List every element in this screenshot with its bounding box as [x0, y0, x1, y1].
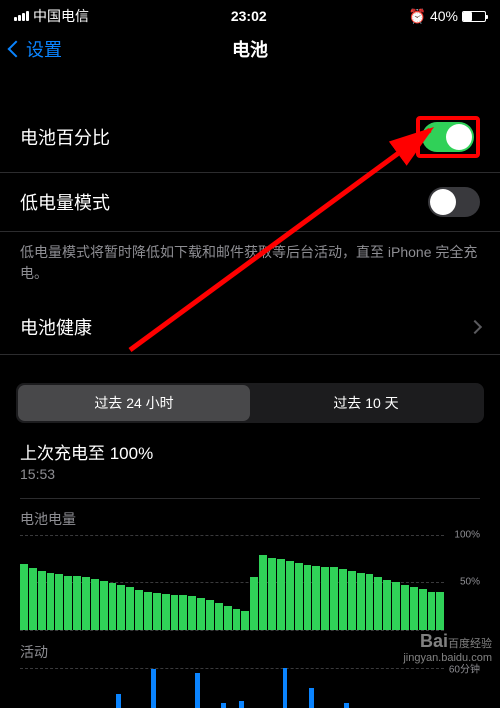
tab-24h[interactable]: 过去 24 小时: [18, 385, 250, 421]
nav-bar: 设置 电池: [0, 28, 500, 74]
battery-percentage-row: 电池百分比: [0, 102, 500, 173]
battery-health-label: 电池健康: [20, 314, 92, 340]
battery-health-row[interactable]: 电池健康: [0, 300, 500, 355]
grid-50: 50%: [460, 577, 480, 588]
charge-time: 15:53: [20, 466, 480, 482]
chevron-right-icon: [468, 320, 482, 334]
time-range-tabs: 过去 24 小时 过去 10 天: [16, 383, 484, 423]
low-power-row: 低电量模式: [0, 173, 500, 232]
chevron-left-icon: [8, 41, 25, 58]
highlight-annotation: [416, 116, 480, 158]
watermark: Bai百度经验 jingyan.baidu.com: [403, 631, 492, 664]
battery-percentage-toggle[interactable]: [422, 122, 474, 152]
back-label: 设置: [26, 36, 62, 62]
carrier-text: 中国电信: [33, 6, 89, 26]
alarm-icon: ⏰: [409, 8, 426, 25]
battery-icon: [462, 11, 486, 22]
signal-icon: [14, 11, 29, 21]
battery-pct: 40%: [430, 8, 458, 24]
low-power-note: 低电量模式将暂时降低如下载和邮件获取等后台活动，直至 iPhone 完全充电。: [0, 232, 500, 300]
charge-title: 上次充电至 100%: [20, 439, 480, 464]
low-power-label: 低电量模式: [20, 189, 110, 215]
status-bar: 中国电信 23:02 ⏰ 40%: [0, 0, 500, 28]
last-charge-info: 上次充电至 100% 15:53: [0, 423, 500, 488]
grid-100: 100%: [454, 529, 480, 540]
tab-10d[interactable]: 过去 10 天: [250, 385, 482, 421]
battery-percentage-label: 电池百分比: [20, 124, 110, 150]
status-time: 23:02: [231, 8, 267, 24]
back-button[interactable]: 设置: [10, 36, 62, 62]
low-power-toggle[interactable]: [428, 187, 480, 217]
battery-level-chart: 电池电量 100% 50%: [0, 509, 500, 630]
page-title: 电池: [232, 36, 268, 62]
battery-level-label: 电池电量: [20, 509, 480, 529]
